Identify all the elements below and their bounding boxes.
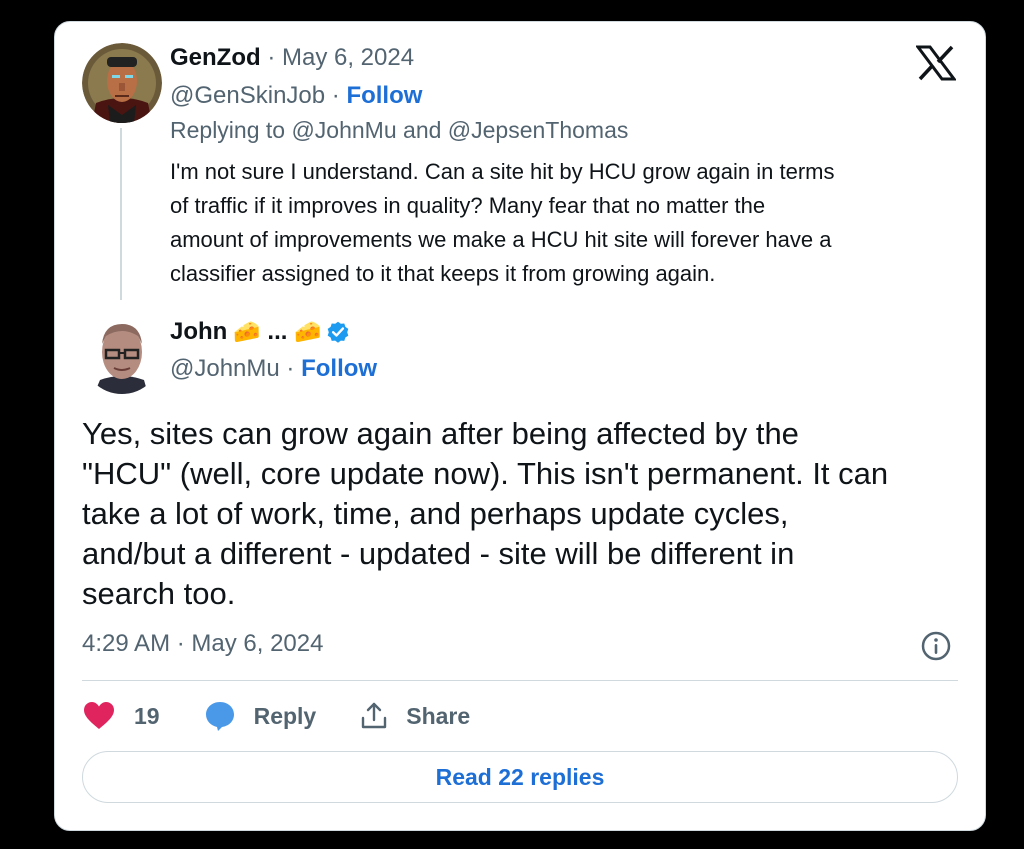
- share-label: Share: [406, 702, 471, 729]
- main-follow-link[interactable]: Follow: [301, 355, 377, 382]
- main-tweet-body: Yes, sites can grow again after being af…: [82, 414, 962, 614]
- reply-button[interactable]: Reply: [204, 700, 317, 732]
- thread-connector-line: [120, 128, 122, 300]
- heart-icon: [84, 702, 114, 729]
- reply-body-line: of traffic if it improves in quality? Ma…: [170, 193, 766, 218]
- main-body-line: Yes, sites can grow again after being af…: [82, 416, 799, 451]
- like-button[interactable]: 19: [82, 701, 160, 731]
- avatar-genzod-image: [82, 43, 162, 123]
- reply-label: Reply: [253, 702, 317, 729]
- reply-author-handle[interactable]: @GenSkinJob: [170, 82, 325, 109]
- avatar-johnmu[interactable]: [82, 314, 162, 394]
- reply-author-name[interactable]: GenZod: [170, 44, 261, 71]
- main-tweet-header: John 🧀 ... 🧀: [170, 318, 351, 346]
- reply-tweet-body: I'm not sure I understand. Can a site hi…: [170, 155, 970, 291]
- avatar-genzod[interactable]: [82, 43, 162, 123]
- cheese-emoji: 🧀: [233, 319, 261, 344]
- name-ellipsis: ...: [260, 318, 295, 345]
- tweet-actions-bar: 19 Reply Share: [82, 698, 514, 734]
- reply-date[interactable]: May 6, 2024: [282, 44, 414, 71]
- main-body-line: and/but a different - updated - site wil…: [82, 536, 795, 571]
- main-body-line: take a lot of work, time, and perhaps up…: [82, 496, 789, 531]
- speech-bubble-icon: [205, 702, 234, 731]
- reply-body-line: classifier assigned to it that keeps it …: [170, 261, 716, 286]
- reply-tweet-handle-row: @GenSkinJob · Follow: [170, 82, 422, 110]
- share-button[interactable]: Share: [360, 701, 470, 731]
- reply-body-line: amount of improvements we make a HCU hit…: [170, 227, 832, 252]
- actions-divider: [82, 680, 958, 681]
- reply-follow-link[interactable]: Follow: [346, 82, 422, 109]
- main-body-line: search too.: [82, 576, 236, 611]
- read-replies-button[interactable]: Read 22 replies: [82, 751, 958, 803]
- verified-badge-icon: [325, 319, 351, 345]
- main-author-name[interactable]: John: [170, 318, 227, 346]
- reply-tweet-header: GenZod · May 6, 2024: [170, 44, 414, 72]
- main-body-line: "HCU" (well, core update now). This isn'…: [82, 456, 889, 491]
- main-handle-separator: ·: [279, 355, 302, 382]
- main-author-handle[interactable]: @JohnMu: [170, 355, 280, 382]
- tweet-timestamp[interactable]: 4:29 AM · May 6, 2024: [82, 630, 323, 658]
- main-tweet-handle-row: @JohnMu · Follow: [170, 355, 377, 383]
- reply-header-separator: ·: [260, 44, 282, 71]
- avatar-johnmu-image: [82, 314, 162, 394]
- like-count: 19: [134, 702, 160, 729]
- replying-to-text[interactable]: Replying to @JohnMu and @JepsenThomas: [170, 117, 628, 144]
- reply-body-line: I'm not sure I understand. Can a site hi…: [170, 159, 835, 184]
- cheese-emoji: 🧀: [294, 319, 322, 344]
- reply-handle-separator: ·: [325, 82, 347, 109]
- x-logo-icon[interactable]: [915, 45, 957, 86]
- info-icon[interactable]: [920, 630, 952, 667]
- share-upload-icon: [362, 702, 387, 729]
